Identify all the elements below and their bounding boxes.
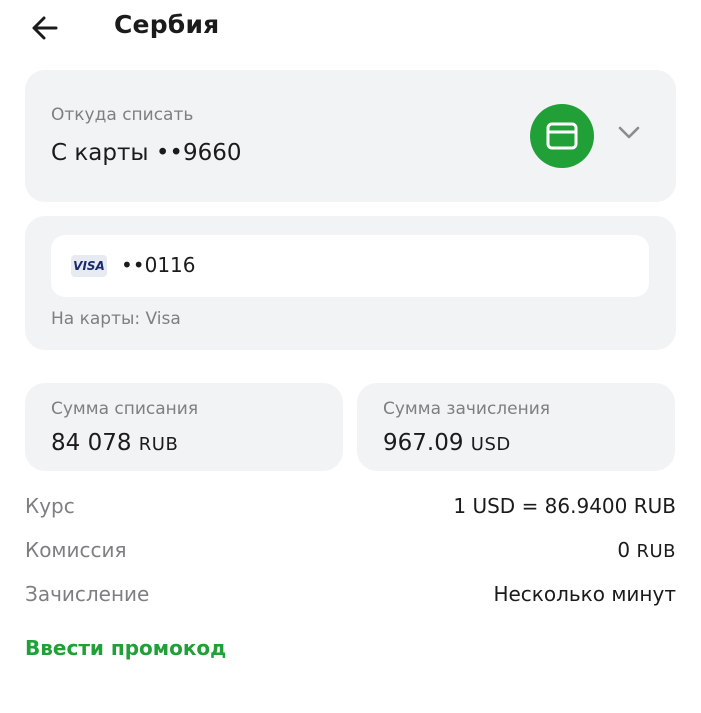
fee-value: 0 RUB	[617, 538, 676, 562]
page-title: Сербия	[114, 10, 220, 39]
fee-amount: 0	[617, 538, 631, 562]
source-account-selector[interactable]: Откуда списать С карты ••9660	[25, 70, 676, 202]
chevron-down-icon[interactable]	[618, 125, 640, 144]
card-icon	[530, 104, 594, 168]
eta-row: Зачисление Несколько минут	[25, 582, 676, 612]
eta-value: Несколько минут	[493, 582, 676, 606]
debit-value: 84 078 RUB	[51, 430, 178, 456]
rate-label: Курс	[25, 494, 75, 518]
destination-card-number: ••0116	[121, 253, 196, 277]
back-button[interactable]	[26, 8, 66, 48]
debit-amount: 84 078	[51, 430, 132, 456]
destination-label: На карты: Visa	[51, 309, 181, 329]
header: Сербия	[0, 0, 701, 56]
eta-label: Зачисление	[25, 582, 150, 606]
debit-currency: RUB	[138, 434, 179, 455]
debit-amount-field[interactable]: Сумма списания 84 078 RUB	[25, 383, 343, 471]
fee-label: Комиссия	[25, 538, 127, 562]
fee-currency: RUB	[636, 541, 676, 562]
card-number-input[interactable]: VISA ••0116	[51, 235, 649, 297]
credit-amount-field[interactable]: Сумма зачисления 967.09 USD	[357, 383, 675, 471]
promo-code-link[interactable]: Ввести промокод	[25, 636, 226, 660]
visa-logo: VISA	[71, 255, 107, 277]
source-label: Откуда списать	[51, 105, 194, 125]
credit-amount: 967.09	[383, 430, 464, 456]
fee-row: Комиссия 0 RUB	[25, 538, 676, 568]
destination-card-section: VISA ••0116 На карты: Visa	[25, 216, 676, 350]
credit-label: Сумма зачисления	[383, 399, 551, 419]
credit-value: 967.09 USD	[383, 430, 511, 456]
credit-currency: USD	[470, 434, 511, 455]
rate-value: 1 USD = 86.9400 RUB	[453, 494, 676, 518]
debit-label: Сумма списания	[51, 399, 199, 419]
source-value: С карты ••9660	[51, 140, 242, 166]
arrow-left-icon	[32, 16, 58, 40]
rate-row: Курс 1 USD = 86.9400 RUB	[25, 494, 676, 524]
